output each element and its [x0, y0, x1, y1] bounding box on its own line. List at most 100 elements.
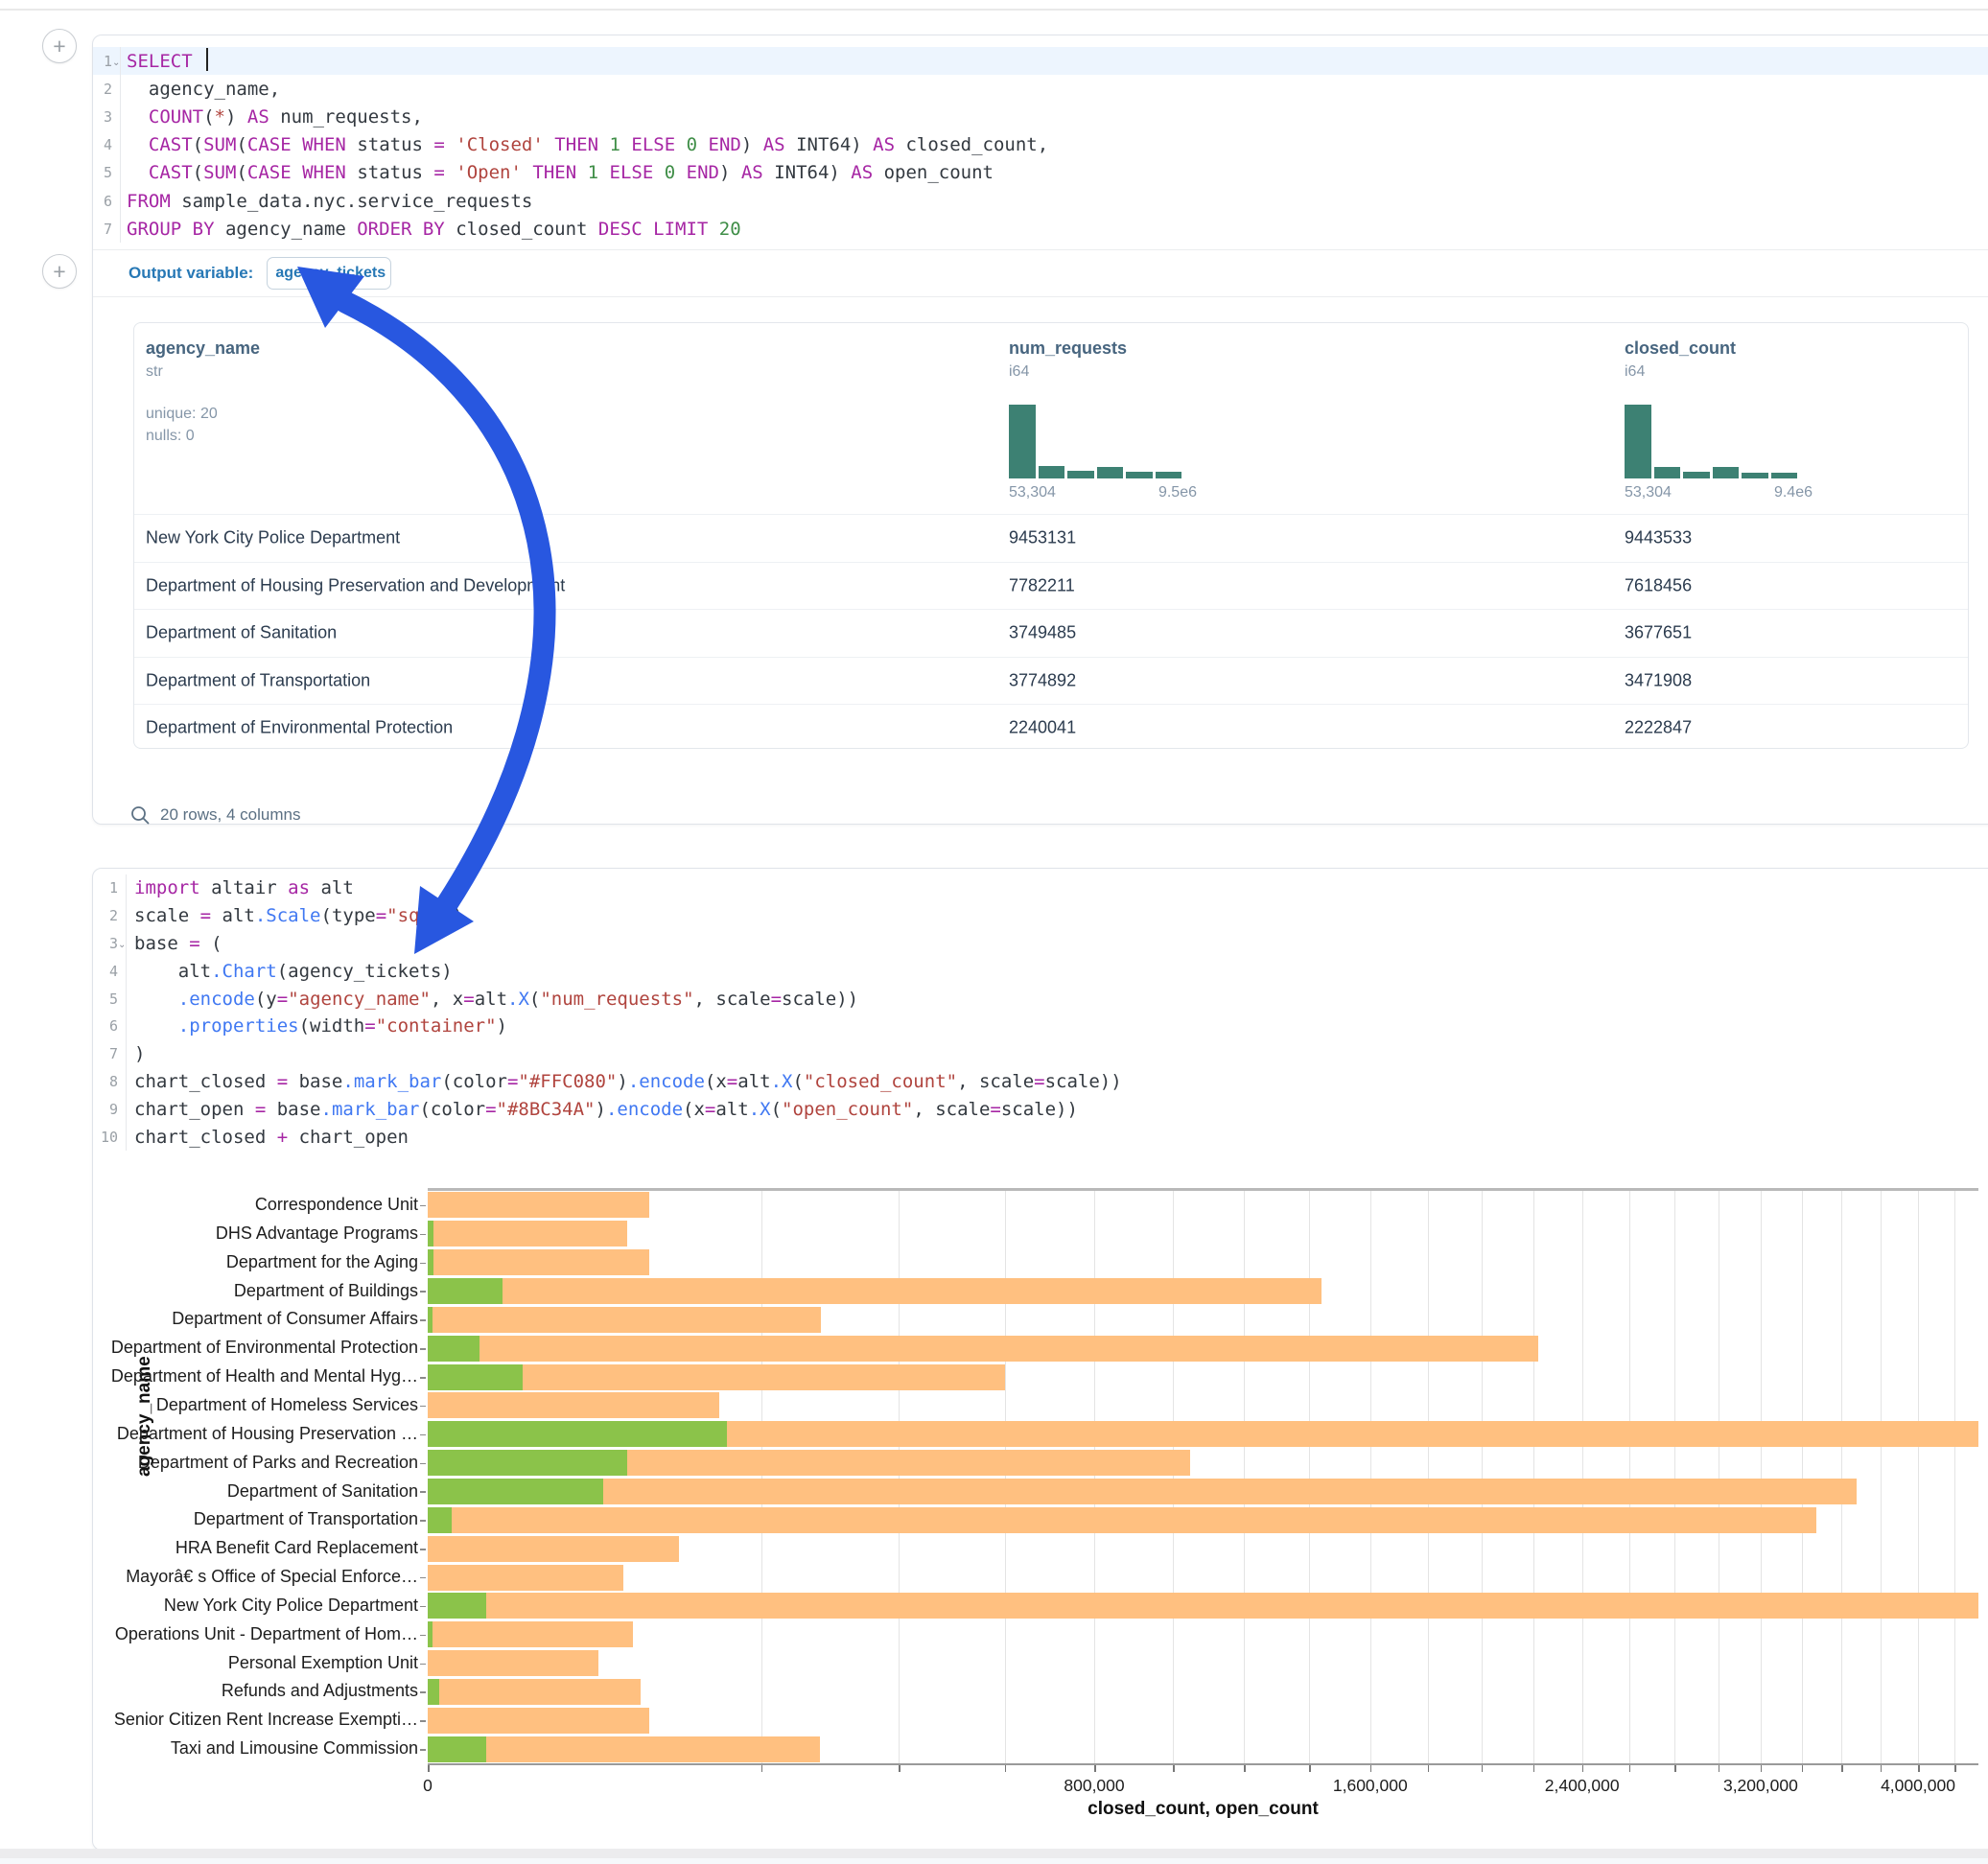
- code-token: base: [134, 933, 189, 954]
- code-token: , scale: [957, 1071, 1034, 1092]
- code-token: (: [236, 134, 246, 155]
- line-number: 8: [93, 1073, 118, 1090]
- table-row[interactable]: Department of Environmental Protection22…: [134, 704, 1968, 749]
- code-line[interactable]: 10chart_closed + chart_open: [93, 1123, 1988, 1151]
- y-axis-tick: [420, 1549, 426, 1550]
- code-line[interactable]: 5 .encode(y="agency_name", x=alt.X("num_…: [93, 985, 1988, 1013]
- code-token: =: [463, 989, 474, 1010]
- x-axis-tick: [1841, 1765, 1843, 1772]
- code-line[interactable]: 8chart_closed = base.mark_bar(color="#FF…: [93, 1068, 1988, 1096]
- column-header[interactable]: agency_namestrunique: 20nulls: 0: [146, 323, 260, 514]
- code-token: =: [771, 989, 782, 1010]
- code-token: .encode: [606, 1099, 683, 1120]
- histogram-bar: [1771, 473, 1798, 478]
- y-axis-tick: [420, 1720, 426, 1722]
- code-token: =: [1034, 1071, 1044, 1092]
- code-token: =: [705, 1099, 715, 1120]
- bar-closed-count: [428, 1249, 649, 1275]
- code-token: [544, 134, 554, 155]
- column-name: num_requests: [1009, 338, 1127, 359]
- x-axis-tick: [1719, 1765, 1720, 1772]
- y-axis-label: Department of Environmental Protection: [0, 1334, 418, 1363]
- code-line[interactable]: 4 CAST(SUM(CASE WHEN status = 'Closed' T…: [93, 131, 1988, 159]
- y-axis-tick: [420, 1263, 426, 1265]
- code-line[interactable]: 6 .properties(width="container"): [93, 1013, 1988, 1040]
- y-axis-tick: [420, 1491, 426, 1493]
- bar-closed-count: [428, 1192, 649, 1218]
- python-code-editor[interactable]: 1import altair as alt2scale = alt.Scale(…: [93, 874, 1988, 1151]
- y-axis-tick: [420, 1664, 426, 1666]
- code-line[interactable]: 7): [93, 1040, 1988, 1068]
- bar-open-count: [428, 1307, 433, 1333]
- divider: [93, 296, 1988, 297]
- table-row[interactable]: New York City Police Department945313194…: [134, 514, 1968, 562]
- code-line[interactable]: 9chart_open = base.mark_bar(color="#8BC3…: [93, 1095, 1988, 1123]
- code-token: THEN: [532, 162, 576, 183]
- code-line[interactable]: 4 alt.Chart(agency_tickets): [93, 957, 1988, 985]
- line-number: 6: [93, 1017, 118, 1035]
- x-axis-tick: [1954, 1765, 1956, 1772]
- code-token: [134, 1015, 178, 1037]
- code-line-text: .properties(width="container"): [126, 1013, 1988, 1040]
- add-cell-button-top[interactable]: +: [42, 29, 77, 63]
- bar-closed-count: [428, 1307, 821, 1333]
- gridline: [1761, 1191, 1762, 1763]
- code-token: [292, 134, 302, 155]
- add-cell-button-output[interactable]: +: [42, 254, 77, 289]
- code-token: "#FFC080": [518, 1071, 617, 1092]
- code-token: INT64): [785, 134, 874, 155]
- code-token: (x: [683, 1099, 705, 1120]
- fold-chevron-icon[interactable]: ⌄: [118, 940, 126, 950]
- x-axis-tick-label: 800,000: [1064, 1776, 1124, 1796]
- code-line[interactable]: 3 COUNT(*) AS num_requests,: [93, 103, 1988, 130]
- column-stat: nulls: 0: [146, 428, 260, 445]
- code-line[interactable]: 2 agency_name,: [93, 75, 1988, 103]
- table-row[interactable]: Department of Housing Preservation and D…: [134, 562, 1968, 610]
- sql-code-editor[interactable]: 1⌄SELECT 2 agency_name,3 COUNT(*) AS num…: [93, 47, 1988, 243]
- code-token: [127, 162, 149, 183]
- x-axis-tick: [1309, 1765, 1311, 1772]
- code-token: (width: [299, 1015, 365, 1037]
- column-histogram: [1625, 405, 1801, 478]
- code-token: alt: [715, 1099, 748, 1120]
- code-token: [193, 51, 203, 72]
- code-token: ): [225, 106, 247, 128]
- y-axis-label: HRA Benefit Card Replacement: [0, 1534, 418, 1563]
- code-line[interactable]: 7GROUP BY agency_name ORDER BY closed_co…: [93, 215, 1988, 243]
- line-number: 3: [93, 108, 112, 126]
- code-line[interactable]: 2scale = alt.Scale(type="sqrt"): [93, 902, 1988, 930]
- line-number: 7: [93, 221, 112, 238]
- table-row[interactable]: Department of Transportation377489234719…: [134, 657, 1968, 705]
- output-variable-pill[interactable]: agency_tickets: [267, 257, 391, 290]
- bar-closed-count: [428, 1336, 1538, 1362]
- result-table-body: New York City Police Department945313194…: [134, 514, 1968, 749]
- code-token: =: [255, 1099, 266, 1120]
- code-line[interactable]: 3⌄base = (: [93, 930, 1988, 958]
- y-axis-tick: [420, 1406, 426, 1408]
- gridline: [1881, 1191, 1882, 1763]
- code-token: [675, 134, 686, 155]
- code-token: 1: [609, 134, 620, 155]
- search-icon[interactable]: [129, 804, 151, 826]
- code-token: scale)): [782, 989, 858, 1010]
- bar-open-count: [428, 1507, 452, 1533]
- code-token: .encode: [178, 989, 255, 1010]
- table-row[interactable]: Department of Sanitation37494853677651: [134, 609, 1968, 657]
- x-axis-tick: [1482, 1765, 1484, 1772]
- y-axis-tick: [420, 1234, 426, 1236]
- code-line[interactable]: 1import altair as alt: [93, 874, 1988, 902]
- code-token: [522, 162, 532, 183]
- x-axis-tick: [1370, 1765, 1372, 1772]
- gridline: [1173, 1191, 1174, 1763]
- code-token: import: [134, 877, 200, 898]
- fold-chevron-icon[interactable]: ⌄: [112, 58, 120, 68]
- code-line-text: SELECT: [120, 47, 1988, 75]
- code-token: =: [727, 1071, 737, 1092]
- code-token: AS: [763, 134, 785, 155]
- code-line[interactable]: 5 CAST(SUM(CASE WHEN status = 'Open' THE…: [93, 159, 1988, 187]
- y-axis-label: Correspondence Unit: [0, 1191, 418, 1220]
- code-line[interactable]: 1⌄SELECT: [93, 47, 1988, 75]
- line-number: 2: [93, 81, 112, 98]
- histogram-bar: [1625, 405, 1651, 478]
- code-line[interactable]: 6FROM sample_data.nyc.service_requests: [93, 187, 1988, 215]
